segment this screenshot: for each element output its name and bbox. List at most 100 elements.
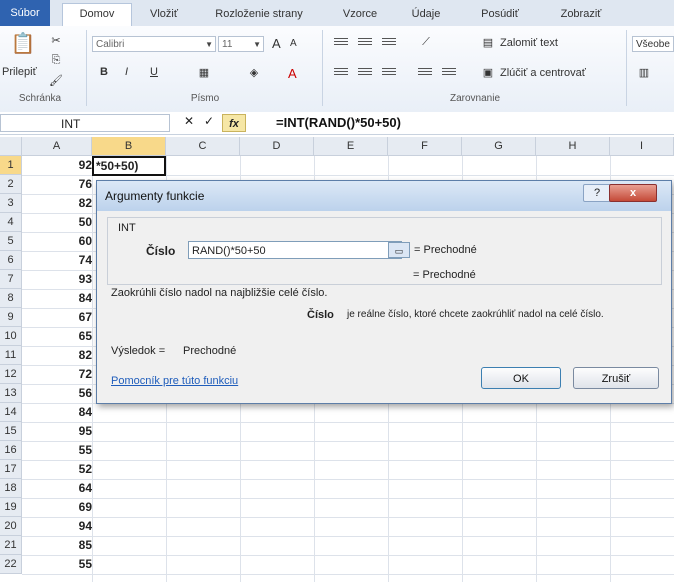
row-header[interactable]: 8 xyxy=(0,289,22,308)
cell-a3[interactable]: 82 xyxy=(22,194,92,213)
cell-a8[interactable]: 84 xyxy=(22,289,92,308)
dialog-titlebar[interactable]: Argumenty funkcie ? x xyxy=(97,181,671,211)
cell-a18[interactable]: 64 xyxy=(22,479,92,498)
tab-insert[interactable]: Vložiť xyxy=(138,4,190,24)
row-header[interactable]: 12 xyxy=(0,365,22,384)
row-header[interactable]: 3 xyxy=(0,194,22,213)
row-header[interactable]: 10 xyxy=(0,327,22,346)
row-header[interactable]: 4 xyxy=(0,213,22,232)
align-bottom-icon[interactable] xyxy=(382,38,396,48)
row-header[interactable]: 1 xyxy=(0,156,22,175)
increase-indent-icon[interactable] xyxy=(442,68,456,78)
row-header[interactable]: 19 xyxy=(0,498,22,517)
col-header-i[interactable]: I xyxy=(610,137,674,156)
row-header[interactable]: 5 xyxy=(0,232,22,251)
cell-a1[interactable]: 92 xyxy=(22,156,92,175)
tab-page-layout[interactable]: Rozloženie strany xyxy=(200,4,318,24)
cell-a5[interactable]: 60 xyxy=(22,232,92,251)
enter-icon[interactable]: ✓ xyxy=(204,114,214,128)
row-header[interactable]: 22 xyxy=(0,555,22,574)
col-header-f[interactable]: F xyxy=(388,137,462,156)
row-header[interactable]: 11 xyxy=(0,346,22,365)
italic-button[interactable]: I xyxy=(125,66,128,78)
col-header-b[interactable]: B xyxy=(92,137,166,156)
cell-a10[interactable]: 65 xyxy=(22,327,92,346)
currency-icon[interactable]: ▥ xyxy=(636,64,652,80)
font-color-button[interactable]: A xyxy=(288,66,297,81)
cut-icon[interactable]: ✂ xyxy=(48,32,64,48)
cancel-icon[interactable]: ✕ xyxy=(184,114,194,128)
row-header[interactable]: 14 xyxy=(0,403,22,422)
cell-a16[interactable]: 55 xyxy=(22,441,92,460)
align-top-icon[interactable] xyxy=(334,38,348,48)
row-header[interactable]: 20 xyxy=(0,517,22,536)
cell-a21[interactable]: 85 xyxy=(22,536,92,555)
select-all-corner[interactable] xyxy=(0,137,22,156)
number-format-combo[interactable]: Všeobe xyxy=(632,36,674,52)
row-header[interactable]: 9 xyxy=(0,308,22,327)
row-header[interactable]: 17 xyxy=(0,460,22,479)
col-header-h[interactable]: H xyxy=(536,137,610,156)
cell-a20[interactable]: 94 xyxy=(22,517,92,536)
insert-function-button[interactable]: fx xyxy=(222,114,246,132)
cell-a9[interactable]: 67 xyxy=(22,308,92,327)
tab-view[interactable]: Zobraziť xyxy=(546,4,616,24)
col-header-c[interactable]: C xyxy=(166,137,240,156)
copy-icon[interactable]: ⎘ xyxy=(48,52,64,68)
cancel-button[interactable]: Zrušiť xyxy=(573,367,659,389)
row-header[interactable]: 18 xyxy=(0,479,22,498)
col-header-a[interactable]: A xyxy=(22,137,92,156)
help-button[interactable]: ? xyxy=(583,184,611,202)
cell-a6[interactable]: 74 xyxy=(22,251,92,270)
close-button[interactable]: x xyxy=(609,184,657,202)
align-middle-icon[interactable] xyxy=(358,38,372,48)
row-header[interactable]: 13 xyxy=(0,384,22,403)
borders-icon[interactable]: ▦ xyxy=(196,64,212,80)
font-name-combo[interactable]: Calibri ▼ xyxy=(92,36,216,52)
name-box[interactable]: INT xyxy=(0,114,170,132)
cell-a7[interactable]: 93 xyxy=(22,270,92,289)
active-cell-b1[interactable]: *50+50) xyxy=(92,156,166,176)
cell-a2[interactable]: 76 xyxy=(22,175,92,194)
row-header[interactable]: 21 xyxy=(0,536,22,555)
row-header[interactable]: 15 xyxy=(0,422,22,441)
align-center-icon[interactable] xyxy=(358,68,372,78)
col-header-g[interactable]: G xyxy=(462,137,536,156)
cell-a19[interactable]: 69 xyxy=(22,498,92,517)
cell-a12[interactable]: 72 xyxy=(22,365,92,384)
cell-a11[interactable]: 82 xyxy=(22,346,92,365)
align-left-icon[interactable] xyxy=(334,68,348,78)
merge-center-button[interactable]: Zlúčiť a centrovať xyxy=(500,67,586,79)
tab-file[interactable]: Súbor xyxy=(0,0,50,26)
underline-button[interactable]: U xyxy=(150,66,158,78)
fill-color-icon[interactable]: ◈ xyxy=(246,64,262,80)
ok-button[interactable]: OK xyxy=(481,367,561,389)
decrease-indent-icon[interactable] xyxy=(418,68,432,78)
cell-a4[interactable]: 50 xyxy=(22,213,92,232)
align-right-icon[interactable] xyxy=(382,68,396,78)
formula-input[interactable]: =INT(RAND()*50+50) xyxy=(276,114,401,132)
tab-data[interactable]: Údaje xyxy=(400,4,452,24)
collapse-dialog-icon[interactable]: ▭ xyxy=(388,242,410,258)
tab-formulas[interactable]: Vzorce xyxy=(332,4,388,24)
grow-font-button[interactable]: A xyxy=(272,36,281,51)
row-header[interactable]: 6 xyxy=(0,251,22,270)
row-header[interactable]: 2 xyxy=(0,175,22,194)
font-size-combo[interactable]: 11 ▼ xyxy=(218,36,264,52)
tab-home[interactable]: Domov xyxy=(62,3,132,26)
paste-button[interactable]: Prilepiť xyxy=(2,66,37,78)
orientation-icon[interactable]: ⟋ xyxy=(418,34,434,50)
cell-a17[interactable]: 52 xyxy=(22,460,92,479)
help-link[interactable]: Pomocník pre túto funkciu xyxy=(111,375,238,387)
cell-a14[interactable]: 84 xyxy=(22,403,92,422)
argument-input[interactable]: RAND()*50+50 xyxy=(188,241,402,259)
cell-a13[interactable]: 56 xyxy=(22,384,92,403)
wrap-text-button[interactable]: Zalomiť text xyxy=(500,37,558,49)
cell-a15[interactable]: 95 xyxy=(22,422,92,441)
shrink-font-button[interactable]: A xyxy=(290,38,297,49)
tab-review[interactable]: Posúdiť xyxy=(470,4,530,24)
col-header-e[interactable]: E xyxy=(314,137,388,156)
col-header-d[interactable]: D xyxy=(240,137,314,156)
format-painter-icon[interactable]: 🖌 xyxy=(48,72,64,88)
row-header[interactable]: 16 xyxy=(0,441,22,460)
